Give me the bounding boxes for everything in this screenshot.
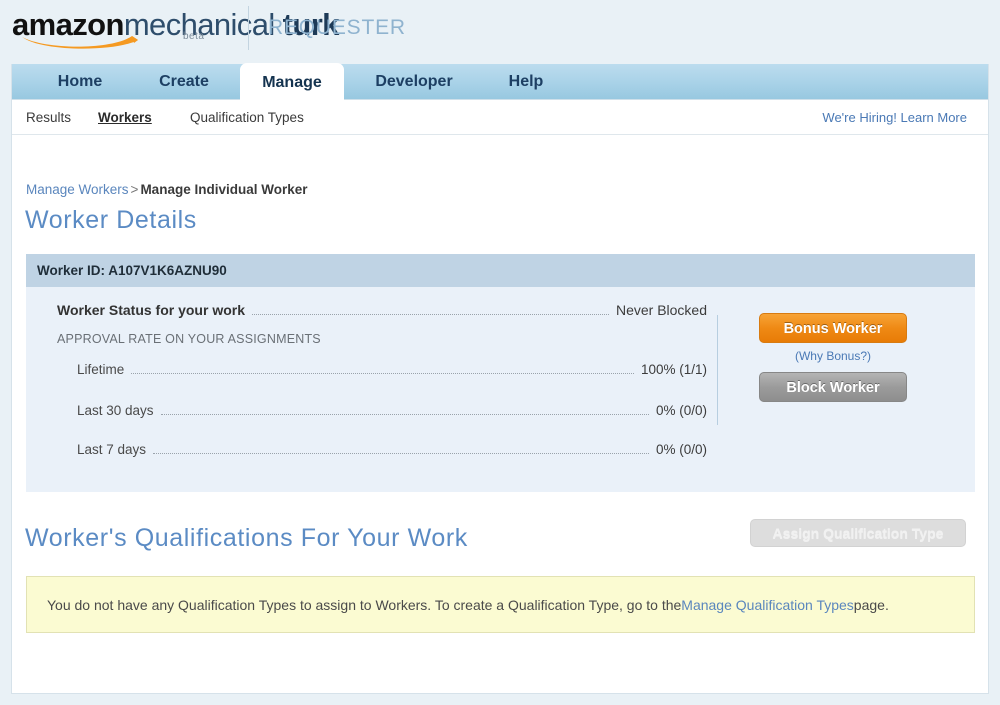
primary-tabbar: Home Create Manage Developer Help <box>12 64 988 101</box>
tab-developer[interactable]: Developer <box>348 64 480 100</box>
worker-status-row: Worker Status for your work Never Blocke… <box>57 302 707 319</box>
worker-action-buttons: Bonus Worker (Why Bonus?) Block Worker <box>759 313 909 402</box>
page-title: Worker Details <box>25 206 197 234</box>
qualifications-title: Worker's Qualifications For Your Work <box>25 524 468 552</box>
masthead: amazonmechanical turk beta REQUESTER <box>0 0 1000 64</box>
rate-value: 0% (0/0) <box>655 442 707 457</box>
worker-id-header: Worker ID: A107V1K6AZNU90 <box>26 254 975 287</box>
notice-text-before: You do not have any Qualification Types … <box>47 596 682 613</box>
notice-text-after: page. <box>853 596 889 613</box>
beta-badge: beta <box>183 31 205 42</box>
leader-dots <box>131 373 634 374</box>
manage-qualification-types-link[interactable]: Manage Qualification Types <box>681 597 854 613</box>
breadcrumb: Manage Workers > Manage Individual Worker <box>26 182 307 197</box>
worker-status-label: Worker Status for your work <box>57 302 246 318</box>
hiring-link[interactable]: We're Hiring! Learn More <box>822 110 967 125</box>
tab-create[interactable]: Create <box>132 64 236 100</box>
tab-help[interactable]: Help <box>480 64 572 100</box>
vertical-divider <box>717 315 718 425</box>
breadcrumb-current: Manage Individual Worker <box>140 182 308 197</box>
subnav-item-workers[interactable]: Workers <box>98 110 152 125</box>
rate-value: 100% (1/1) <box>640 362 707 377</box>
breadcrumb-manage-workers[interactable]: Manage Workers <box>26 182 129 197</box>
breadcrumb-separator: > <box>130 182 139 197</box>
secondary-navbar: Results Workers Qualification Types We'r… <box>12 101 988 135</box>
qualifications-empty-notice: You do not have any Qualification Types … <box>26 576 975 633</box>
rate-label: Last 30 days <box>77 403 154 418</box>
worker-details-box: Worker ID: A107V1K6AZNU90 Worker Status … <box>26 254 975 492</box>
worker-details-body: Worker Status for your work Never Blocke… <box>26 287 975 492</box>
main-panel: Home Create Manage Developer Help Result… <box>11 64 989 694</box>
why-bonus-link[interactable]: (Why Bonus?) <box>759 349 907 363</box>
approval-rate-row-lifetime: Lifetime 100% (1/1) <box>77 362 707 378</box>
subnav-item-qualification-types[interactable]: Qualification Types <box>190 110 304 125</box>
approval-rate-heading: APPROVAL RATE ON YOUR ASSIGNMENTS <box>57 332 321 346</box>
rate-value: 0% (0/0) <box>655 403 707 418</box>
worker-status-value: Never Blocked <box>615 302 707 318</box>
tab-manage[interactable]: Manage <box>240 64 344 101</box>
subnav-item-results[interactable]: Results <box>26 110 71 125</box>
approval-rate-row-last-7-days: Last 7 days 0% (0/0) <box>77 442 707 458</box>
amazon-smile-icon <box>20 33 142 50</box>
rate-label: Lifetime <box>77 362 125 377</box>
tab-home[interactable]: Home <box>28 64 132 100</box>
page-root: amazonmechanical turk beta REQUESTER Hom… <box>0 0 1000 705</box>
masthead-divider <box>248 6 249 50</box>
block-worker-button[interactable]: Block Worker <box>759 372 907 402</box>
leader-dots <box>153 453 649 454</box>
assign-qualification-type-button[interactable]: Assign Qualification Type <box>750 519 966 547</box>
bonus-worker-button[interactable]: Bonus Worker <box>759 313 907 343</box>
approval-rate-row-last-30-days: Last 30 days 0% (0/0) <box>77 403 707 419</box>
requester-label: REQUESTER <box>268 16 406 39</box>
leader-dots <box>252 314 609 315</box>
leader-dots <box>160 414 649 415</box>
rate-label: Last 7 days <box>77 442 147 457</box>
